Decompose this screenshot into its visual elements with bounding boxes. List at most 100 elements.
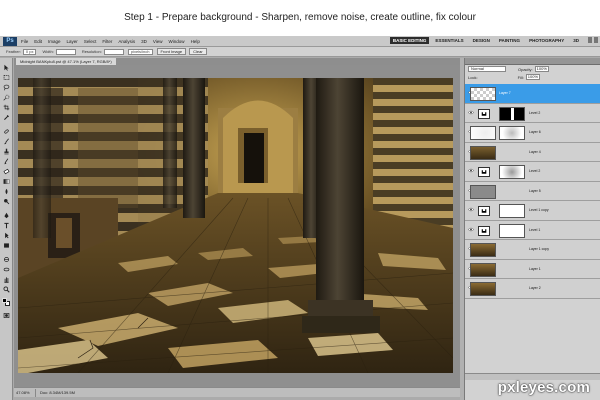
layer-mask-thumbnail[interactable] bbox=[499, 126, 525, 140]
layer-row[interactable]: Layer 5 bbox=[465, 181, 600, 201]
layer-name[interactable]: Layer 7 bbox=[499, 91, 511, 95]
layer-row[interactable]: Layer 1 bbox=[465, 259, 600, 279]
resolution-unit-select[interactable]: pixels/inch bbox=[127, 48, 153, 55]
width-field[interactable] bbox=[55, 48, 76, 55]
layer-list: Layer 7 ▙▟ Level 2 Layer 6 Layer 4 ▙▟ Le… bbox=[465, 84, 600, 299]
blur-tool-icon[interactable] bbox=[3, 188, 10, 195]
layer-row[interactable]: ▙▟ Level 2 bbox=[465, 103, 600, 123]
history-brush-tool-icon[interactable] bbox=[3, 158, 10, 165]
layer-row[interactable]: ▙▟ Level 1 bbox=[465, 220, 600, 240]
workspace-3d[interactable]: 3D bbox=[570, 37, 582, 44]
menu-analysis[interactable]: Analysis bbox=[118, 39, 135, 44]
3d-orbit-tool-icon[interactable] bbox=[3, 266, 10, 273]
layer-name[interactable]: Layer 6 bbox=[529, 130, 541, 134]
window-controls bbox=[588, 37, 598, 43]
move-tool-icon[interactable] bbox=[3, 64, 10, 71]
layer-thumbnail bbox=[470, 126, 496, 140]
layer-name[interactable]: Level 2 bbox=[529, 111, 540, 115]
pen-tool-icon[interactable] bbox=[3, 212, 10, 219]
lasso-tool-icon[interactable] bbox=[3, 84, 10, 91]
crop-tool-icon[interactable] bbox=[3, 104, 10, 111]
layer-name[interactable]: Layer 4 bbox=[529, 150, 541, 154]
layers-panel: LAYERS Normal Opacity: 100% Lock: Fill: … bbox=[464, 58, 600, 400]
document-tab[interactable]: Midnight BANKplu8.pst @ 47.1% (Layer 7, … bbox=[16, 58, 116, 65]
workspace-basic-editing[interactable]: BASIC EDITING bbox=[389, 37, 430, 44]
layer-mask-thumbnail[interactable] bbox=[499, 106, 525, 121]
layer-mask-thumbnail[interactable] bbox=[499, 204, 525, 218]
canvas-area[interactable]: 47.08% Doc: 8.34M/139.5M bbox=[14, 65, 460, 397]
layers-panel-header: LAYERS bbox=[465, 58, 600, 73]
zoom-tool-icon[interactable] bbox=[3, 286, 10, 293]
workspace-essentials[interactable]: ESSENTIALS bbox=[432, 37, 466, 44]
layer-thumbnail bbox=[470, 184, 496, 199]
path-select-tool-icon[interactable] bbox=[3, 232, 10, 239]
blend-mode-select[interactable]: Normal bbox=[468, 66, 506, 72]
resolution-field[interactable] bbox=[103, 48, 124, 55]
document-info[interactable]: Doc: 8.34M/139.5M bbox=[36, 390, 75, 395]
3d-rotate-tool-icon[interactable] bbox=[3, 256, 10, 263]
menu-select[interactable]: Select bbox=[84, 39, 97, 44]
brush-tool-icon[interactable] bbox=[3, 138, 10, 145]
color-swatches[interactable] bbox=[2, 298, 11, 307]
layer-row[interactable]: ▙▟ Level 2 bbox=[465, 162, 600, 182]
workspace-painting[interactable]: PAINTING bbox=[496, 37, 523, 44]
quick-select-tool-icon[interactable] bbox=[3, 94, 10, 101]
foreground-color-swatch[interactable] bbox=[2, 298, 7, 303]
menu-help[interactable]: Help bbox=[191, 39, 200, 44]
workspace-design[interactable]: DESIGN bbox=[470, 37, 493, 44]
layer-name[interactable]: Level 2 bbox=[529, 169, 540, 173]
menu-edit[interactable]: Edit bbox=[34, 39, 42, 44]
status-bar: 47.08% Doc: 8.34M/139.5M bbox=[14, 387, 460, 397]
type-tool-icon[interactable] bbox=[3, 222, 10, 229]
layer-row[interactable]: Layer 6 bbox=[465, 123, 600, 143]
zoom-level[interactable]: 47.08% bbox=[14, 388, 36, 397]
photoshop-window: Ps File Edit Image Layer Select Filter A… bbox=[0, 36, 600, 400]
eraser-tool-icon[interactable] bbox=[3, 168, 10, 175]
eyedropper-tool-icon[interactable] bbox=[3, 114, 10, 121]
marquee-tool-icon[interactable] bbox=[3, 74, 10, 81]
clear-button[interactable]: Clear bbox=[189, 48, 207, 55]
layer-mask-thumbnail[interactable] bbox=[499, 165, 525, 179]
layer-row[interactable]: Layer 2 bbox=[465, 279, 600, 299]
layer-name[interactable]: Layer 1 copy bbox=[529, 247, 549, 251]
layer-name[interactable]: Level 1 bbox=[529, 228, 540, 232]
visibility-eye-icon[interactable] bbox=[468, 168, 474, 173]
layer-mask-thumbnail[interactable] bbox=[499, 223, 525, 238]
layer-row[interactable]: Layer 7 bbox=[465, 84, 600, 104]
menu-3d[interactable]: 3D bbox=[141, 39, 147, 44]
opacity-field[interactable]: 100% bbox=[534, 66, 549, 72]
dodge-tool-icon[interactable] bbox=[3, 198, 10, 205]
menu-file[interactable]: File bbox=[21, 39, 28, 44]
visibility-eye-icon[interactable] bbox=[468, 207, 474, 212]
shape-tool-icon[interactable] bbox=[3, 242, 10, 249]
lock-row: Lock: Fill: 100% bbox=[465, 73, 600, 81]
menu-filter[interactable]: Filter bbox=[102, 39, 112, 44]
visibility-eye-icon[interactable] bbox=[468, 110, 474, 115]
fill-field[interactable]: 100% bbox=[525, 74, 540, 80]
feather-field[interactable]: 0 px bbox=[22, 48, 37, 55]
layer-row[interactable]: Layer 4 bbox=[465, 142, 600, 162]
layer-name[interactable]: Level 1 copy bbox=[529, 208, 549, 212]
layer-name[interactable]: Layer 1 bbox=[529, 267, 541, 271]
healing-brush-tool-icon[interactable] bbox=[3, 128, 10, 135]
menu-view[interactable]: View bbox=[153, 39, 163, 44]
menu-layer[interactable]: Layer bbox=[67, 39, 78, 44]
gradient-tool-icon[interactable] bbox=[3, 178, 10, 185]
clone-stamp-tool-icon[interactable] bbox=[3, 148, 10, 155]
document-image[interactable] bbox=[18, 78, 453, 373]
close-icon[interactable] bbox=[594, 37, 598, 43]
layer-name[interactable]: Layer 2 bbox=[529, 286, 541, 290]
front-image-button[interactable]: Front Image bbox=[156, 48, 187, 55]
menu-image[interactable]: Image bbox=[48, 39, 61, 44]
layer-row[interactable]: ▙▟ Level 1 copy bbox=[465, 201, 600, 221]
workspace-photography[interactable]: PHOTOGRAPHY bbox=[526, 37, 567, 44]
visibility-eye-icon[interactable] bbox=[468, 227, 474, 232]
layer-row[interactable]: Layer 1 copy bbox=[465, 240, 600, 260]
layer-name[interactable]: Layer 5 bbox=[529, 189, 541, 193]
fill-label: Fill: bbox=[517, 74, 524, 80]
menu-window[interactable]: Window bbox=[169, 39, 185, 44]
quick-mask-icon[interactable] bbox=[3, 312, 10, 319]
hand-tool-icon[interactable] bbox=[3, 276, 10, 283]
watermark-logo: pxleyes.com bbox=[497, 379, 590, 396]
minimize-icon[interactable] bbox=[588, 37, 592, 43]
